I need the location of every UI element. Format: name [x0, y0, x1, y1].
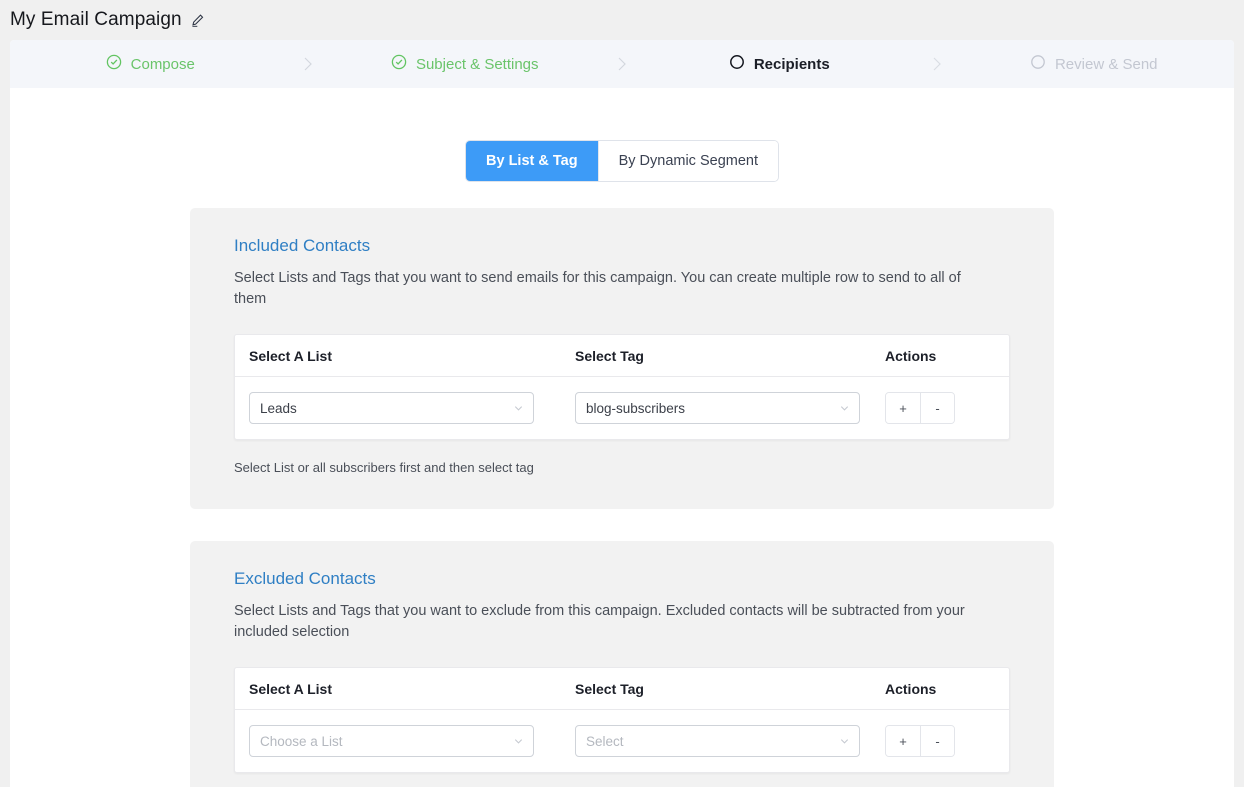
- excluded-row-actions: + -: [885, 725, 955, 757]
- excluded-tag-select[interactable]: Select: [575, 725, 860, 757]
- excluded-contacts-panel: Excluded Contacts Select Lists and Tags …: [190, 541, 1054, 787]
- column-header-select-tag: Select Tag: [575, 680, 644, 697]
- pencil-icon[interactable]: [190, 13, 205, 28]
- page-title-bar: My Email Campaign: [0, 0, 1244, 40]
- table-header-row: Select A List Select Tag Actions: [235, 668, 1009, 710]
- chevron-right-icon: [605, 54, 639, 74]
- column-header-select-tag: Select Tag: [575, 347, 644, 364]
- check-circle-icon: [106, 54, 122, 74]
- table-row: Choose a List Select + -: [235, 710, 1009, 772]
- chevron-right-icon: [920, 54, 954, 74]
- included-tag-select-value: blog-subscribers: [586, 400, 686, 416]
- excluded-remove-row-button[interactable]: -: [920, 726, 954, 756]
- column-header-actions: Actions: [885, 680, 937, 697]
- excluded-contacts-table: Select A List Select Tag Actions Choose …: [234, 667, 1010, 773]
- step-label: Subject & Settings: [415, 55, 539, 73]
- included-list-select[interactable]: Leads: [249, 392, 534, 424]
- step-review-send[interactable]: Review & Send: [954, 40, 1235, 88]
- toggle-by-list-and-tag[interactable]: By List & Tag: [466, 141, 598, 181]
- chevron-right-icon: [291, 54, 325, 74]
- step-label: Compose: [130, 55, 195, 73]
- app-card: Compose Subject & Settings Recipients Re…: [10, 40, 1234, 787]
- chevron-down-icon: [513, 736, 524, 747]
- included-row-actions: + -: [885, 392, 955, 424]
- included-list-select-value: Leads: [260, 400, 297, 416]
- included-remove-row-button[interactable]: -: [920, 393, 954, 423]
- included-contacts-title: Included Contacts: [234, 236, 371, 255]
- included-add-row-button[interactable]: +: [886, 393, 920, 423]
- included-contacts-table: Select A List Select Tag Actions Leads b…: [234, 334, 1010, 440]
- table-row: Leads blog-subscribers + -: [235, 377, 1009, 439]
- check-circle-icon: [391, 54, 407, 74]
- step-subject-settings[interactable]: Subject & Settings: [325, 40, 606, 88]
- page-title: My Email Campaign: [10, 9, 182, 30]
- circle-icon: [1030, 54, 1046, 74]
- column-header-actions: Actions: [885, 347, 937, 364]
- recipients-content: By List & Tag By Dynamic Segment Include…: [10, 88, 1234, 787]
- excluded-contacts-description: Select Lists and Tags that you want to e…: [234, 603, 965, 640]
- chevron-down-icon: [839, 736, 850, 747]
- step-label: Recipients: [753, 55, 830, 73]
- excluded-tag-select-placeholder: Select: [586, 733, 624, 749]
- toggle-by-dynamic-segment[interactable]: By Dynamic Segment: [597, 141, 778, 181]
- circle-icon: [729, 54, 745, 74]
- step-compose[interactable]: Compose: [10, 40, 291, 88]
- included-tag-select[interactable]: blog-subscribers: [575, 392, 860, 424]
- excluded-list-select[interactable]: Choose a List: [249, 725, 534, 757]
- table-header-row: Select A List Select Tag Actions: [235, 335, 1009, 377]
- included-contacts-description: Select Lists and Tags that you want to s…: [234, 270, 961, 307]
- included-helper-text: Select List or all subscribers first and…: [234, 460, 534, 475]
- step-recipients[interactable]: Recipients: [639, 40, 920, 88]
- step-label: Review & Send: [1054, 55, 1158, 73]
- excluded-list-select-placeholder: Choose a List: [260, 733, 343, 749]
- chevron-down-icon: [839, 403, 850, 414]
- excluded-add-row-button[interactable]: +: [886, 726, 920, 756]
- campaign-stepper: Compose Subject & Settings Recipients Re…: [10, 40, 1234, 88]
- column-header-select-a-list: Select A List: [249, 680, 332, 697]
- included-contacts-panel: Included Contacts Select Lists and Tags …: [190, 208, 1054, 509]
- mode-toggle-wrap: By List & Tag By Dynamic Segment: [10, 88, 1234, 181]
- mode-toggle-group: By List & Tag By Dynamic Segment: [466, 141, 778, 181]
- excluded-contacts-title: Excluded Contacts: [234, 569, 376, 588]
- column-header-select-a-list: Select A List: [249, 347, 332, 364]
- chevron-down-icon: [513, 403, 524, 414]
